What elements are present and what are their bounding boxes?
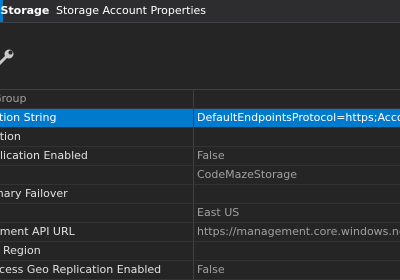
property-value[interactable] [194, 242, 400, 260]
window-title-bar: eStorage Storage Account Properties [0, 0, 400, 22]
wrench-icon[interactable] [0, 47, 16, 67]
property-row-primary-failover[interactable]: mary Failover [0, 185, 400, 204]
property-name: ation [0, 128, 194, 146]
properties-toolbar [0, 23, 400, 87]
property-value[interactable]: East US [194, 204, 400, 222]
property-row-read-access-geo-replication[interactable]: ccess Geo Replication Enabled False [0, 261, 400, 280]
property-row-name[interactable]: CodeMazeStorage [0, 166, 400, 185]
property-value[interactable] [194, 128, 400, 146]
property-name: plication Enabled [0, 147, 194, 165]
property-row-location[interactable]: ation [0, 128, 400, 147]
property-category-label: Group [0, 90, 194, 108]
property-name [0, 166, 194, 184]
property-row-secondary-region[interactable]: y Region [0, 242, 400, 261]
property-name: ccess Geo Replication Enabled [0, 261, 194, 279]
property-name: y Region [0, 242, 194, 260]
property-value[interactable] [194, 185, 400, 203]
property-row-management-api-url[interactable]: ement API URL https://management.core.wi… [0, 223, 400, 242]
property-grid: Group ction String DefaultEndpointsProto… [0, 89, 400, 280]
property-name: mary Failover [0, 185, 194, 203]
window-title: Storage Account Properties [56, 4, 207, 17]
property-name: ement API URL [0, 223, 194, 241]
property-value[interactable]: False [194, 261, 400, 279]
property-value[interactable]: False [194, 147, 400, 165]
property-name: ction String [0, 109, 194, 127]
property-row-connection-string[interactable]: ction String DefaultEndpointsProtocol=ht… [0, 109, 400, 128]
property-row-region[interactable]: n East US [0, 204, 400, 223]
property-value[interactable]: CodeMazeStorage [194, 166, 400, 184]
property-row-group[interactable]: Group [0, 90, 400, 109]
property-row-replication-enabled[interactable]: plication Enabled False [0, 147, 400, 166]
property-value[interactable]: https://management.core.windows.ne [194, 223, 400, 241]
storage-account-name: eStorage [0, 4, 50, 17]
property-name: n [0, 204, 194, 222]
property-value [194, 90, 400, 108]
property-value[interactable]: DefaultEndpointsProtocol=https;Accou [194, 109, 400, 127]
